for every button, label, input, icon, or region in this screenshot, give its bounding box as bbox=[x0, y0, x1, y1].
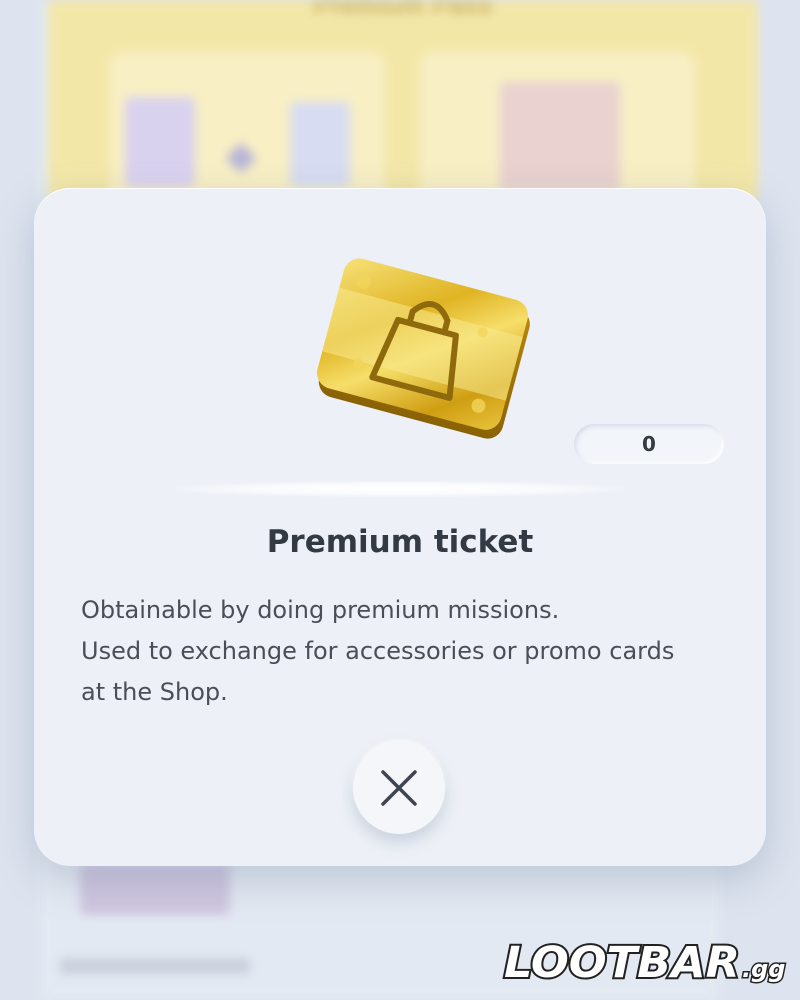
watermark-suffix: .gg bbox=[742, 955, 785, 983]
reward-card bbox=[290, 102, 350, 187]
reward-card bbox=[125, 97, 195, 187]
reward-diamond bbox=[225, 142, 257, 174]
divider-glow bbox=[174, 481, 624, 497]
close-button[interactable] bbox=[353, 742, 445, 834]
item-detail-modal: 0 Premium ticket Obtainable by doing pre… bbox=[34, 188, 766, 866]
pass-reward-panel-right bbox=[420, 52, 695, 207]
premium-pass-title: Premium Pass bbox=[313, 0, 493, 20]
background-thumbnail bbox=[80, 865, 230, 915]
item-count: 0 bbox=[574, 424, 724, 464]
description-line: at the Shop. bbox=[81, 678, 228, 706]
item-title: Premium ticket bbox=[266, 524, 534, 560]
item-description: Obtainable by doing premium missions. Us… bbox=[81, 590, 741, 713]
reward-card bbox=[500, 82, 620, 192]
premium-ticket-icon bbox=[289, 228, 549, 448]
background-text bbox=[60, 958, 250, 974]
pass-reward-panel-left bbox=[110, 52, 385, 207]
lootbar-watermark: LOOTBAR .gg bbox=[500, 935, 795, 990]
close-x-icon bbox=[381, 770, 417, 806]
watermark-brand: LOOTBAR bbox=[504, 938, 740, 985]
description-line: Obtainable by doing premium missions. bbox=[81, 596, 560, 624]
description-line: Used to exchange for accessories or prom… bbox=[81, 637, 675, 665]
